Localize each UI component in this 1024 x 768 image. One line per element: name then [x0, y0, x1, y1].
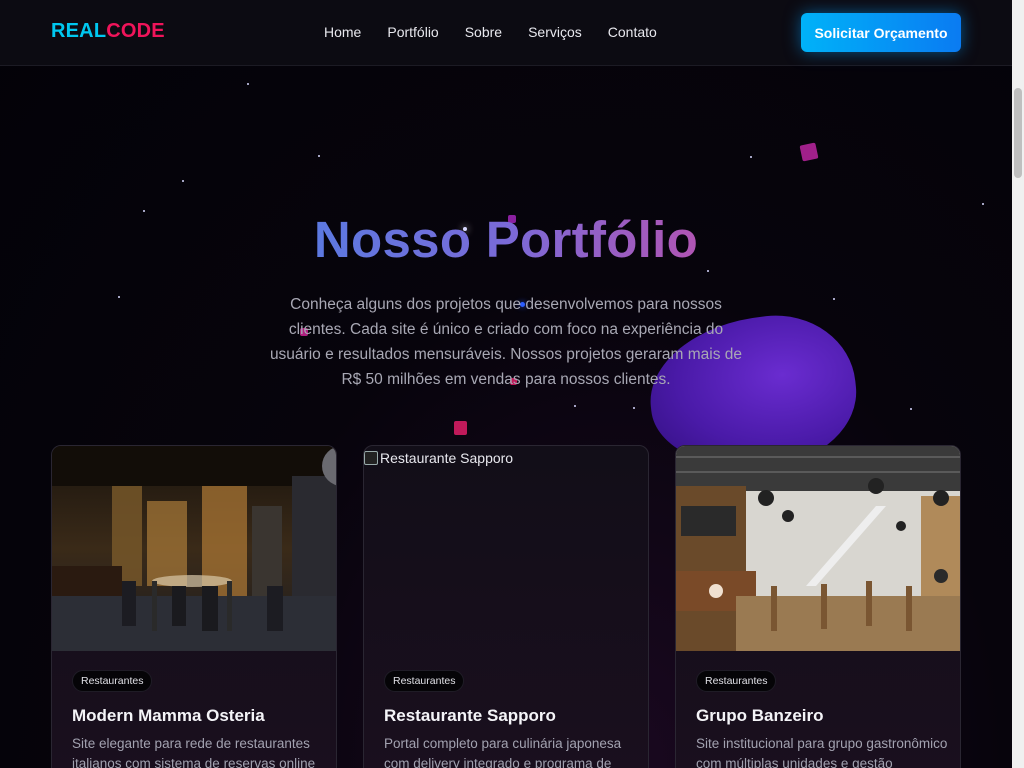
category-badge: Restaurantes	[72, 670, 153, 692]
project-card[interactable]: Restaurantes Modern Mamma Osteria Site e…	[51, 445, 337, 768]
portfolio-page: REALCODE Home Portfólio Sobre Serviços C…	[0, 0, 1024, 768]
restaurant-photo-image	[52, 446, 336, 651]
star	[833, 298, 835, 300]
card-title: Restaurante Sapporo	[384, 706, 556, 725]
nav-link-sobre[interactable]: Sobre	[465, 24, 502, 40]
category-badge: Restaurantes	[384, 670, 465, 692]
star	[910, 408, 912, 410]
decorative-cube	[799, 142, 819, 162]
logo[interactable]: REALCODE	[51, 20, 165, 43]
broken-image-icon	[364, 451, 378, 465]
broken-image: Restaurante Sapporo	[364, 446, 648, 651]
card-description: Site institucional para grupo gastronômi…	[696, 736, 948, 768]
star	[247, 83, 249, 85]
image-alt-text: Restaurante Sapporo	[380, 450, 514, 466]
restaurant-interior-photo	[676, 446, 960, 651]
project-card[interactable]: Restaurante Sapporo Restaurantes Restaur…	[363, 445, 649, 768]
star	[982, 203, 984, 205]
nav-link-servicos[interactable]: Serviços	[528, 24, 582, 40]
card-title: Grupo Banzeiro	[696, 706, 824, 725]
star	[707, 270, 709, 272]
star	[182, 180, 184, 182]
star	[750, 156, 752, 158]
scrollbar-thumb[interactable]	[1014, 88, 1022, 178]
page-title: Nosso Portfólio	[0, 210, 1012, 269]
star	[633, 407, 635, 409]
request-quote-button[interactable]: Solicitar Orçamento	[801, 13, 961, 52]
card-title: Modern Mamma Osteria	[72, 706, 265, 725]
nav-link-portfolio[interactable]: Portfólio	[387, 24, 438, 40]
nav-link-home[interactable]: Home	[324, 24, 361, 40]
nav-link-contato[interactable]: Contato	[608, 24, 657, 40]
star	[574, 405, 576, 407]
star	[318, 155, 320, 157]
nav-links: Home Portfólio Sobre Serviços Contato	[324, 24, 683, 40]
image-alt: Restaurante Sapporo	[364, 450, 513, 466]
page-scrollbar[interactable]	[1012, 0, 1024, 768]
card-description: Portal completo para culinária japonesa …	[384, 736, 622, 768]
restaurant-photo-image	[676, 446, 960, 651]
card-description: Site elegante para rede de restaurantes …	[72, 736, 316, 768]
hero-description: Conheça alguns dos projetos que desenvol…	[269, 296, 743, 388]
restaurant-interior-photo	[52, 446, 336, 651]
project-card[interactable]: Restaurantes Grupo Banzeiro Site institu…	[675, 445, 961, 768]
star	[118, 296, 120, 298]
category-badge: Restaurantes	[696, 670, 777, 692]
logo-part-real: REAL	[51, 20, 107, 42]
decorative-cube	[454, 421, 467, 435]
navbar: REALCODE Home Portfólio Sobre Serviços C…	[0, 0, 1012, 66]
logo-part-code: CODE	[106, 20, 165, 42]
